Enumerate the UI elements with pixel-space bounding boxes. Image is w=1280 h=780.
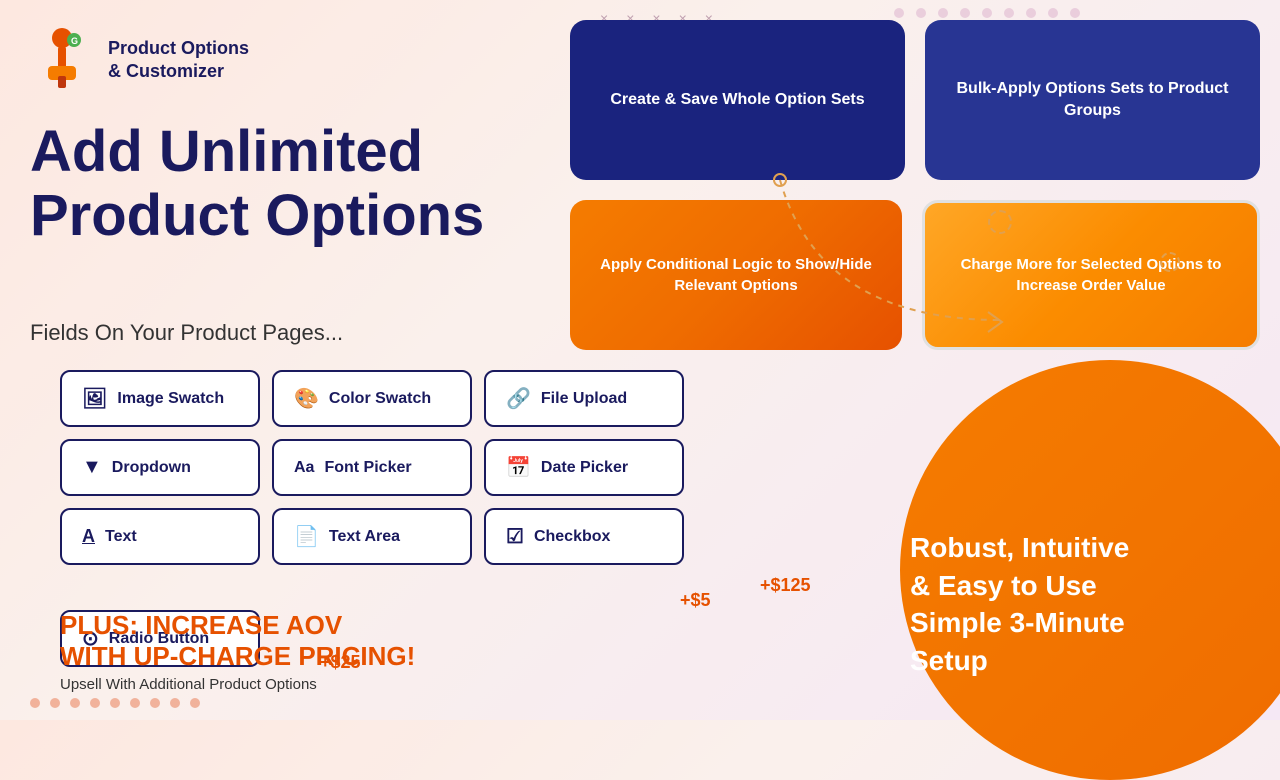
checkbox-icon: ☑ [506, 524, 524, 549]
svg-text:G: G [71, 36, 78, 46]
feature-cards-area: Create & Save Whole Option Sets Bulk-App… [570, 20, 1260, 350]
file-upload-label: File Upload [541, 390, 627, 408]
text-icon: A [82, 526, 95, 547]
text-button[interactable]: A Text [60, 508, 260, 565]
bg-dot [1004, 8, 1014, 18]
main-headline: Add Unlimited Product Options [30, 120, 484, 248]
file-upload-icon: 🔗 [506, 386, 531, 411]
color-swatch-icon: 🎨 [294, 386, 319, 411]
bg-dot-orange [90, 698, 100, 708]
bg-dot-orange [130, 698, 140, 708]
price-badge-2: +$125 [760, 575, 811, 596]
file-upload-button[interactable]: 🔗 File Upload [484, 370, 684, 427]
dropdown-icon: ▼ [82, 456, 102, 479]
image-swatch-button[interactable]: 🖼 Image Swatch [60, 370, 260, 427]
bg-dot [1026, 8, 1036, 18]
aov-title: PLUS: INCREASE AOV WITH UP-CHARGE PRICIN… [60, 610, 415, 672]
font-picker-label: Font Picker [324, 459, 411, 477]
options-grid: 🖼 Image Swatch 🎨 Color Swatch 🔗 File Upl… [60, 370, 684, 565]
bottom-right-text-area: Robust, Intuitive & Easy to Use Simple 3… [910, 529, 1250, 680]
feature-card-bulk-apply: Bulk-Apply Options Sets to Product Group… [925, 20, 1260, 180]
color-swatch-button[interactable]: 🎨 Color Swatch [272, 370, 472, 427]
options-row-2: ▼ Dropdown Aa Font Picker 📅 Date Picker [60, 439, 684, 496]
bg-dot-orange [150, 698, 160, 708]
bg-dots-bottom [30, 698, 200, 708]
bg-dot-orange [170, 698, 180, 708]
bg-dot-orange [30, 698, 40, 708]
dropdown-label: Dropdown [112, 459, 191, 477]
bg-dot [982, 8, 992, 18]
logo-area: G Product Options & Customizer [30, 28, 249, 92]
checkbox-button[interactable]: ☑ Checkbox [484, 508, 684, 565]
bg-dot [938, 8, 948, 18]
bg-dot-orange [110, 698, 120, 708]
subheadline: Fields On Your Product Pages... [30, 320, 343, 346]
options-row-3: A Text 📄 Text Area ☑ Checkbox [60, 508, 684, 565]
image-swatch-label: Image Swatch [117, 390, 224, 408]
aov-section: PLUS: INCREASE AOV WITH UP-CHARGE PRICIN… [60, 610, 415, 693]
bottom-right-text-content: Robust, Intuitive & Easy to Use Simple 3… [910, 529, 1250, 680]
bg-dot [960, 8, 970, 18]
feature-card-conditional: Apply Conditional Logic to Show/Hide Rel… [570, 200, 902, 350]
bg-dots-top [894, 8, 1080, 18]
text-area-label: Text Area [329, 528, 400, 546]
price-badge-1: +$5 [680, 590, 711, 611]
bg-dot [894, 8, 904, 18]
feature-card-charge-more: Charge More for Selected Options to Incr… [922, 200, 1260, 350]
bg-dot [1070, 8, 1080, 18]
aov-subtitle: Upsell With Additional Product Options [60, 676, 415, 693]
font-picker-button[interactable]: Aa Font Picker [272, 439, 472, 496]
logo-text: Product Options & Customizer [108, 37, 249, 84]
bg-dot-orange [70, 698, 80, 708]
image-swatch-icon: 🖼 [82, 386, 107, 411]
text-area-icon: 📄 [294, 524, 319, 549]
price-badge-3: +$25 [320, 652, 361, 673]
feature-card-create-save: Create & Save Whole Option Sets [570, 20, 905, 180]
checkbox-label: Checkbox [534, 528, 610, 546]
dropdown-button[interactable]: ▼ Dropdown [60, 439, 260, 496]
bg-dot [1048, 8, 1058, 18]
bg-dot-orange [50, 698, 60, 708]
date-picker-button[interactable]: 📅 Date Picker [484, 439, 684, 496]
cards-row-bottom: Apply Conditional Logic to Show/Hide Rel… [570, 200, 1260, 350]
date-picker-label: Date Picker [541, 459, 628, 477]
color-swatch-label: Color Swatch [329, 390, 431, 408]
connector-circle-1 [988, 210, 1012, 234]
date-picker-icon: 📅 [506, 455, 531, 480]
font-picker-icon: Aa [294, 459, 314, 477]
text-area-button[interactable]: 📄 Text Area [272, 508, 472, 565]
app-logo-icon: G [30, 28, 94, 92]
text-label: Text [105, 528, 137, 546]
bg-dot-orange [190, 698, 200, 708]
connector-circle-2 [1160, 252, 1180, 272]
options-row-1: 🖼 Image Swatch 🎨 Color Swatch 🔗 File Upl… [60, 370, 684, 427]
cards-row-top: Create & Save Whole Option Sets Bulk-App… [570, 20, 1260, 180]
bg-dot [916, 8, 926, 18]
